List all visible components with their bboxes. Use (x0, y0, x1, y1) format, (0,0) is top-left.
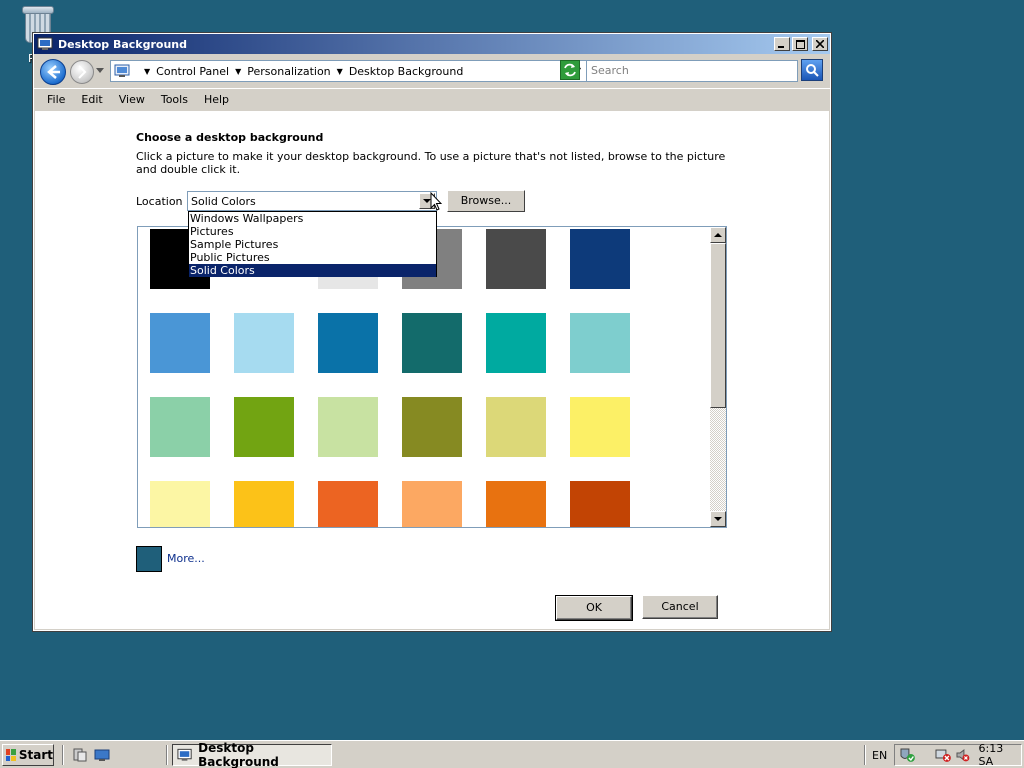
forward-button[interactable] (70, 60, 94, 84)
color-swatch[interactable] (150, 397, 210, 457)
network-warning-icon[interactable] (935, 747, 953, 763)
clock[interactable]: 6:13 SA (979, 742, 1022, 768)
browse-button[interactable]: Browse... (447, 190, 525, 212)
back-button[interactable] (40, 59, 66, 85)
location-label: Location (136, 195, 183, 208)
breadcrumb-personalization[interactable]: Personalization (247, 65, 330, 78)
location-dropdown-list: Windows Wallpapers Pictures Sample Picture… (188, 211, 437, 277)
menu-file[interactable]: File (39, 93, 73, 106)
taskbar-item-desktop-background[interactable]: Desktop Background (172, 741, 332, 768)
taskbar-separator (864, 745, 866, 765)
arrow-left-icon (47, 65, 60, 79)
arrow-right-icon (78, 65, 87, 79)
refresh-button[interactable] (560, 60, 580, 80)
dropdown-option[interactable]: Sample Pictures (189, 238, 436, 251)
search-button[interactable] (801, 59, 823, 81)
arrow-up-icon (714, 232, 722, 237)
location-value: Solid Colors (191, 195, 256, 208)
color-swatch[interactable] (318, 481, 378, 527)
color-swatch[interactable] (486, 313, 546, 373)
search-icon (806, 64, 819, 77)
security-shield-icon[interactable] (899, 747, 917, 763)
window-title: Desktop Background (58, 37, 188, 51)
breadcrumb-control-panel[interactable]: Control Panel (156, 65, 229, 78)
arrow-down-icon (714, 516, 722, 521)
breadcrumb-separator-icon[interactable]: ▼ (235, 67, 241, 76)
page-description: Click a picture to make it your desktop … (136, 150, 726, 176)
show-desktop-icon[interactable] (94, 747, 110, 763)
color-swatch[interactable] (486, 229, 546, 289)
maximize-icon (795, 39, 805, 49)
start-button[interactable]: Start (2, 744, 54, 766)
color-swatch[interactable] (570, 313, 630, 373)
ok-button[interactable]: OK (555, 595, 633, 621)
color-swatch[interactable] (234, 397, 294, 457)
display-icon (177, 748, 192, 761)
color-swatch[interactable] (318, 313, 378, 373)
start-label: Start (18, 748, 53, 762)
address-bar[interactable]: ▼ Control Panel ▼ Personalization ▼ Desk… (110, 60, 588, 82)
server-manager-icon[interactable] (72, 747, 88, 763)
more-colors-link[interactable]: More... (167, 552, 205, 565)
cancel-button[interactable]: Cancel (642, 595, 718, 619)
dropdown-option[interactable]: Pictures (189, 225, 436, 238)
taskbar-separator (62, 745, 64, 765)
navigation-bar: ▼ Control Panel ▼ Personalization ▼ Desk… (34, 54, 830, 88)
dropdown-option[interactable]: Solid Colors (189, 264, 436, 277)
recent-pages-dropdown-icon[interactable] (96, 68, 104, 74)
dropdown-option[interactable]: Windows Wallpapers (189, 212, 436, 225)
scrollbar-thumb[interactable] (710, 243, 726, 408)
color-swatch[interactable] (150, 481, 210, 527)
taskbar-separator (166, 745, 168, 765)
menu-bar: File Edit View Tools Help (34, 88, 830, 110)
menu-tools[interactable]: Tools (153, 93, 196, 106)
maximize-button[interactable] (792, 37, 808, 51)
taskbar-item-label: Desktop Background (198, 741, 279, 768)
color-swatch[interactable] (570, 481, 630, 527)
desktop-background-window: Desktop Background ▼ Control Panel ▼ Per… (33, 33, 831, 631)
system-tray: 6:13 SA (894, 742, 1022, 768)
dropdown-option[interactable]: Public Pictures (189, 251, 436, 264)
display-icon (37, 37, 53, 50)
title-bar[interactable]: Desktop Background (34, 34, 830, 54)
close-icon (816, 40, 824, 48)
content-pane: Choose a desktop background Click a pict… (35, 111, 829, 629)
scroll-down-button[interactable] (710, 511, 726, 527)
menu-edit[interactable]: Edit (73, 93, 110, 106)
color-swatch[interactable] (150, 313, 210, 373)
menu-view[interactable]: View (111, 93, 153, 106)
menu-help[interactable]: Help (196, 93, 237, 106)
color-swatch[interactable] (318, 397, 378, 457)
location-select[interactable]: Solid Colors (187, 191, 437, 211)
taskbar: Start Desktop Background EN 6:13 SA (0, 740, 1024, 768)
custom-color-swatch[interactable] (136, 546, 162, 572)
minimize-icon (778, 46, 784, 48)
color-swatch[interactable] (234, 313, 294, 373)
page-heading: Choose a desktop background (136, 131, 324, 144)
control-panel-icon (114, 64, 130, 77)
color-swatch[interactable] (402, 313, 462, 373)
color-swatch[interactable] (402, 481, 462, 527)
close-button[interactable] (812, 37, 828, 51)
minimize-button[interactable] (774, 37, 790, 51)
gallery-scrollbar[interactable] (710, 227, 726, 527)
windows-logo-icon (6, 749, 16, 761)
search-input[interactable]: Search (586, 60, 798, 82)
language-indicator[interactable]: EN (872, 749, 887, 762)
breadcrumb-separator-icon[interactable]: ▼ (337, 67, 343, 76)
refresh-icon (564, 63, 576, 77)
color-swatch[interactable] (402, 397, 462, 457)
breadcrumb-desktop-background[interactable]: Desktop Background (349, 65, 464, 78)
volume-muted-icon[interactable] (955, 747, 971, 763)
color-swatch[interactable] (570, 229, 630, 289)
color-swatch[interactable] (570, 397, 630, 457)
scroll-up-button[interactable] (710, 227, 726, 243)
breadcrumb-separator-icon[interactable]: ▼ (144, 67, 150, 76)
color-swatch[interactable] (234, 481, 294, 527)
color-swatch[interactable] (486, 481, 546, 527)
color-swatch[interactable] (486, 397, 546, 457)
mouse-pointer-icon (430, 192, 442, 211)
